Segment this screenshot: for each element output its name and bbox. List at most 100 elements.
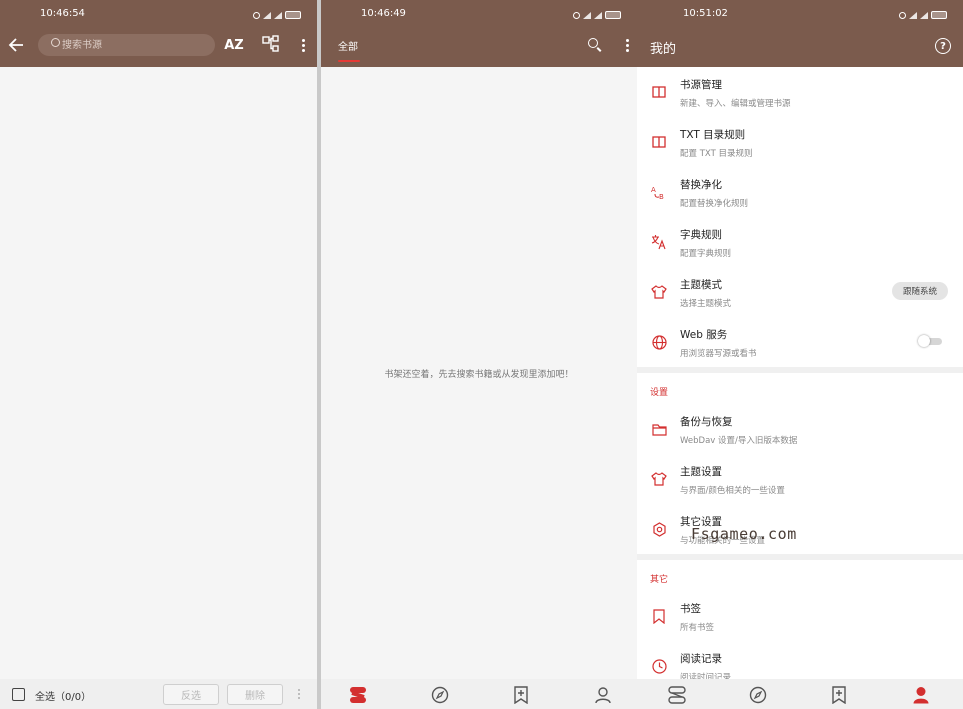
top-app-bar: 10:46:49 全部 <box>321 0 637 67</box>
book-source-screen: 10:46:54 AZ 全选（0/0） 反选 删除 <box>0 0 317 709</box>
mine-screen: 10:51:02 我的 ? 书源管理 新建、导入、编辑或管理书源 TXT 目录规… <box>637 0 963 709</box>
section-divider <box>637 554 963 560</box>
more-vert-icon[interactable] <box>298 35 308 55</box>
svg-text:A: A <box>651 186 656 194</box>
tab-indicator <box>338 60 360 62</box>
settings-gear-icon <box>651 521 667 537</box>
shirt-icon <box>651 284 667 300</box>
list-item-replace[interactable]: AB 替换净化 配置替换净化规则 <box>637 167 963 217</box>
item-title: 书签 <box>680 603 701 615</box>
item-subtitle: 配置字典规则 <box>680 249 732 259</box>
item-title: 替换净化 <box>680 179 722 191</box>
book-open-icon <box>651 134 667 150</box>
empty-bookshelf-hint: 书架还空着，先去搜索书籍或从发现里添加吧！ <box>384 370 574 380</box>
folder-icon <box>651 421 667 437</box>
item-subtitle: 配置替换净化规则 <box>680 199 749 209</box>
search-icon[interactable] <box>585 36 603 54</box>
mine-list: 书源管理 新建、导入、编辑或管理书源 TXT 目录规则 配置 TXT 目录规则 … <box>637 67 963 679</box>
bookshelf-icon[interactable] <box>346 684 370 706</box>
page-title: 我的 <box>650 42 677 57</box>
item-subtitle: 用浏览器写源或看书 <box>680 349 757 359</box>
search-input[interactable] <box>62 36 202 54</box>
tab-all[interactable]: 全部 <box>338 38 358 53</box>
bottom-more-icon[interactable] <box>298 689 302 701</box>
list-item-txt-rules[interactable]: TXT 目录规则 配置 TXT 目录规则 <box>637 117 963 167</box>
batch-action-bar: 全选（0/0） 反选 删除 <box>0 679 317 709</box>
bookmark-add-icon[interactable] <box>827 684 851 706</box>
alarm-icon <box>899 11 906 19</box>
item-subtitle: WebDav 设置/导入旧版本数据 <box>680 436 798 446</box>
alarm-icon <box>573 11 580 19</box>
item-title: 书源管理 <box>680 79 722 91</box>
item-title: 主题设置 <box>680 466 722 478</box>
item-subtitle: 新建、导入、编辑或管理书源 <box>680 99 791 109</box>
arrow-left-icon[interactable] <box>6 36 26 54</box>
bookmark-add-icon[interactable] <box>509 684 533 706</box>
theme-mode-chip[interactable]: 跟随系统 <box>892 282 948 300</box>
select-all-checkbox[interactable] <box>12 688 25 701</box>
select-all-label[interactable]: 全选（0/0） <box>35 688 91 703</box>
list-item-backup[interactable]: 备份与恢复 WebDav 设置/导入旧版本数据 <box>637 404 963 454</box>
list-item-book-source[interactable]: 书源管理 新建、导入、编辑或管理书源 <box>637 67 963 117</box>
item-subtitle: 配置 TXT 目录规则 <box>680 149 753 159</box>
signal-icon <box>594 11 602 19</box>
help-icon[interactable]: ? <box>935 38 951 54</box>
status-icons <box>899 8 947 22</box>
status-time: 10:46:54 <box>40 8 85 19</box>
search-field[interactable] <box>38 34 215 56</box>
settings-section-header: 设置 <box>650 388 669 398</box>
battery-icon <box>605 11 621 19</box>
delete-button[interactable]: 删除 <box>227 684 283 705</box>
compass-icon[interactable] <box>428 684 452 706</box>
status-icons <box>573 8 621 22</box>
replace-ab-icon: AB <box>651 184 667 200</box>
signal-icon <box>920 11 928 19</box>
wifi-icon <box>909 11 917 19</box>
battery-icon <box>285 11 301 19</box>
wifi-icon <box>583 11 591 19</box>
status-icons <box>253 8 301 22</box>
status-time: 10:46:49 <box>361 8 406 19</box>
item-subtitle: 与界面/颜色相关的一些设置 <box>680 486 785 496</box>
svg-text:B: B <box>659 193 664 200</box>
alarm-icon <box>253 11 260 19</box>
globe-icon <box>651 334 667 350</box>
signal-icon <box>274 11 282 19</box>
item-subtitle: 所有书签 <box>680 623 715 633</box>
sort-az-icon[interactable]: AZ <box>223 34 245 56</box>
group-icon[interactable] <box>262 35 280 53</box>
top-app-bar: 10:46:54 AZ <box>0 0 317 67</box>
wifi-icon <box>263 11 271 19</box>
bookshelf-screen: 10:46:49 全部 书架还空着，先去搜索书籍或从发现里添加吧！ <box>321 0 637 709</box>
more-vert-icon[interactable] <box>622 35 632 55</box>
person-icon[interactable] <box>909 684 933 706</box>
other-section-header: 其它 <box>650 575 669 585</box>
person-icon[interactable] <box>591 684 615 706</box>
battery-icon <box>931 11 947 19</box>
translate-icon <box>651 234 667 250</box>
invert-selection-button[interactable]: 反选 <box>163 684 219 705</box>
status-time: 10:51:02 <box>683 8 728 19</box>
web-service-toggle[interactable] <box>918 335 942 347</box>
bookmark-icon <box>651 608 667 624</box>
item-title: 字典规则 <box>680 229 722 241</box>
list-item-other-settings[interactable]: 其它设置 与功能相关的一些设置 <box>637 504 963 554</box>
bookshelf-icon[interactable] <box>665 684 689 706</box>
list-item-dictionary[interactable]: 字典规则 配置字典规则 <box>637 217 963 267</box>
item-title: Web 服务 <box>680 329 728 341</box>
shirt-icon <box>651 471 667 487</box>
item-title: 主题模式 <box>680 279 722 291</box>
watermark-text: Fsgameo.com <box>691 525 797 543</box>
list-item-web-service[interactable]: Web 服务 用浏览器写源或看书 <box>637 317 963 367</box>
bottom-navigation <box>637 679 963 709</box>
list-item-reading-history[interactable]: 阅读记录 阅读时间记录 <box>637 641 963 679</box>
item-title: 阅读记录 <box>680 653 722 665</box>
list-item-bookmarks[interactable]: 书签 所有书签 <box>637 591 963 641</box>
compass-icon[interactable] <box>746 684 770 706</box>
list-item-theme-settings[interactable]: 主题设置 与界面/颜色相关的一些设置 <box>637 454 963 504</box>
item-subtitle: 选择主题模式 <box>680 299 732 309</box>
book-open-icon <box>651 84 667 100</box>
bottom-navigation <box>321 679 637 709</box>
section-divider <box>637 367 963 373</box>
item-subtitle: 阅读时间记录 <box>680 673 732 679</box>
